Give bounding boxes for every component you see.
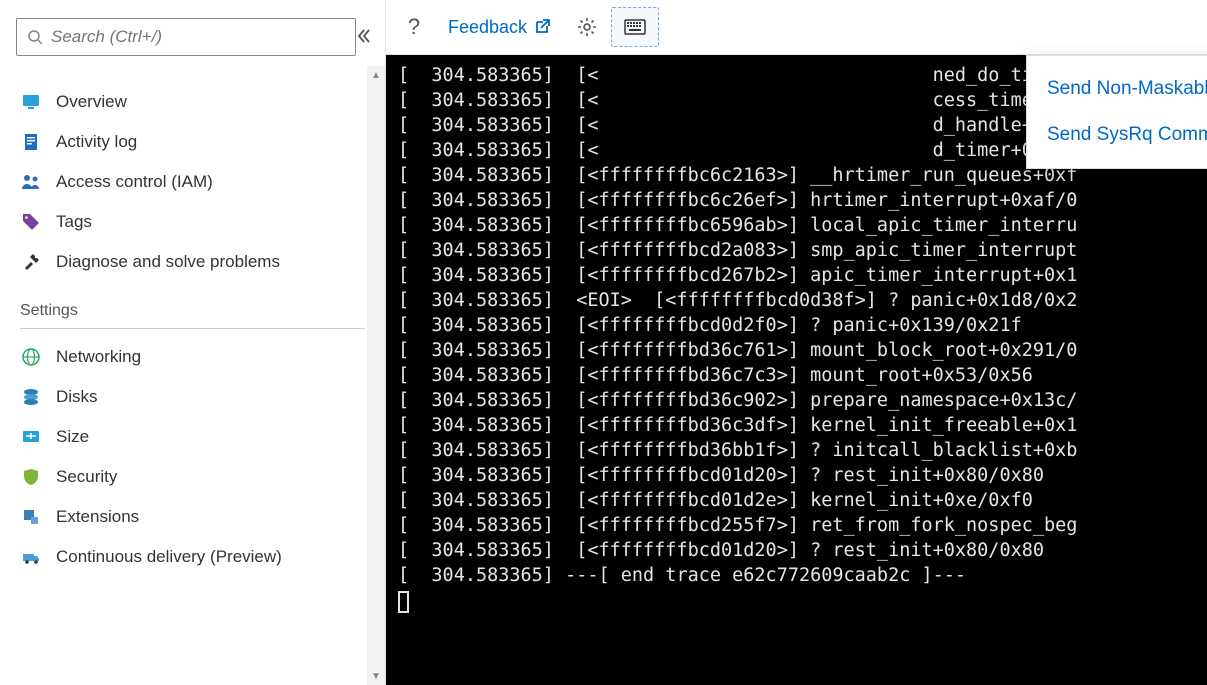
- external-link-icon: [533, 18, 551, 36]
- sidebar-header: [0, 0, 385, 66]
- log-icon: [20, 131, 42, 153]
- sidebar-item-iam[interactable]: Access control (IAM): [0, 162, 385, 202]
- section-divider: [20, 328, 365, 329]
- dropdown-item-sysrq[interactable]: Send SysRq Command: [1027, 112, 1207, 158]
- search-input-wrap[interactable]: [16, 18, 356, 56]
- sidebar-item-label: Continuous delivery (Preview): [56, 547, 282, 567]
- tag-icon: [20, 211, 42, 233]
- keyboard-button[interactable]: [611, 7, 659, 47]
- sidebar-item-label: Access control (IAM): [56, 172, 213, 192]
- sidebar-item-cd[interactable]: Continuous delivery (Preview): [0, 537, 385, 577]
- sidebar-scrollbar[interactable]: ▲ ▼: [367, 66, 385, 685]
- help-icon: ?: [408, 14, 420, 40]
- sidebar-item-activity-log[interactable]: Activity log: [0, 122, 385, 162]
- people-icon: [20, 171, 42, 193]
- sidebar-item-size[interactable]: Size: [0, 417, 385, 457]
- settings-section-label: Settings: [0, 282, 385, 328]
- sidebar: Overview Activity log Access control (IAM)…: [0, 0, 386, 685]
- sidebar-item-security[interactable]: Security: [0, 457, 385, 497]
- disks-icon: [20, 386, 42, 408]
- shield-icon: [20, 466, 42, 488]
- sidebar-body: Overview Activity log Access control (IAM)…: [0, 66, 385, 685]
- keyboard-dropdown: Send Non-Maskable Interrupt (NMI) Send S…: [1026, 55, 1207, 169]
- sidebar-item-label: Overview: [56, 92, 127, 112]
- sidebar-item-label: Tags: [56, 212, 92, 232]
- help-button[interactable]: ?: [394, 7, 434, 47]
- settings-button[interactable]: [565, 7, 609, 47]
- sidebar-item-label: Activity log: [56, 132, 137, 152]
- toolbar: ? Feedback: [386, 0, 1207, 55]
- collapse-sidebar-button[interactable]: [351, 24, 375, 48]
- delivery-icon: [20, 546, 42, 568]
- globe-icon: [20, 346, 42, 368]
- sidebar-item-networking[interactable]: Networking: [0, 337, 385, 377]
- sidebar-item-extensions[interactable]: Extensions: [0, 497, 385, 537]
- sidebar-item-disks[interactable]: Disks: [0, 377, 385, 417]
- scroll-down-arrow[interactable]: ▼: [367, 667, 385, 685]
- sidebar-item-diagnose[interactable]: Diagnose and solve problems: [0, 242, 385, 282]
- main-pane: ? Feedback [ 304.583365] [<: [386, 0, 1207, 685]
- sidebar-item-overview[interactable]: Overview: [0, 82, 385, 122]
- monitor-icon: [20, 91, 42, 113]
- sidebar-item-label: Security: [56, 467, 117, 487]
- tools-icon: [20, 251, 42, 273]
- feedback-label: Feedback: [448, 17, 527, 38]
- sidebar-item-label: Diagnose and solve problems: [56, 252, 280, 272]
- sidebar-item-label: Extensions: [56, 507, 139, 527]
- size-icon: [20, 426, 42, 448]
- search-icon: [27, 29, 43, 45]
- extension-icon: [20, 506, 42, 528]
- sidebar-item-label: Size: [56, 427, 89, 447]
- feedback-button[interactable]: Feedback: [436, 7, 563, 47]
- sidebar-item-label: Networking: [56, 347, 141, 367]
- sidebar-item-tags[interactable]: Tags: [0, 202, 385, 242]
- console-cursor: [398, 591, 409, 613]
- scroll-up-arrow[interactable]: ▲: [367, 66, 385, 84]
- dropdown-item-nmi[interactable]: Send Non-Maskable Interrupt (NMI): [1027, 66, 1207, 112]
- keyboard-icon: [624, 19, 646, 35]
- search-input[interactable]: [51, 27, 345, 47]
- gear-icon: [577, 17, 597, 37]
- sidebar-item-label: Disks: [56, 387, 98, 407]
